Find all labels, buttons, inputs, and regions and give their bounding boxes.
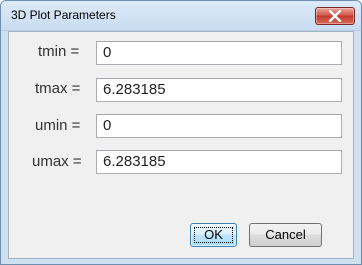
tmax-field[interactable]: 6.283185 [96,78,342,102]
umin-label: umin = [35,117,81,134]
tmin-field[interactable]: 0 [96,41,342,65]
close-button[interactable] [315,7,355,25]
dialog-body: tmin = 0 tmax = 6.283185 umin = 0 umax =… [8,31,354,259]
cancel-button[interactable]: Cancel [249,223,322,247]
tmax-label: tmax = [35,80,81,97]
ok-button-label: OK [204,227,223,242]
title-bar[interactable]: 3D Plot Parameters [1,1,361,31]
dialog-title: 3D Plot Parameters [11,8,116,22]
umax-field[interactable]: 6.283185 [96,150,342,174]
umin-field[interactable]: 0 [96,114,342,138]
dialog-window: 3D Plot Parameters tmin = 0 tmax = 6.283… [0,0,362,265]
tmin-label: tmin = [38,43,80,60]
umax-label: umax = [32,153,82,170]
close-icon [328,10,342,22]
cancel-button-label: Cancel [265,227,306,242]
ok-button[interactable]: OK [190,223,237,247]
